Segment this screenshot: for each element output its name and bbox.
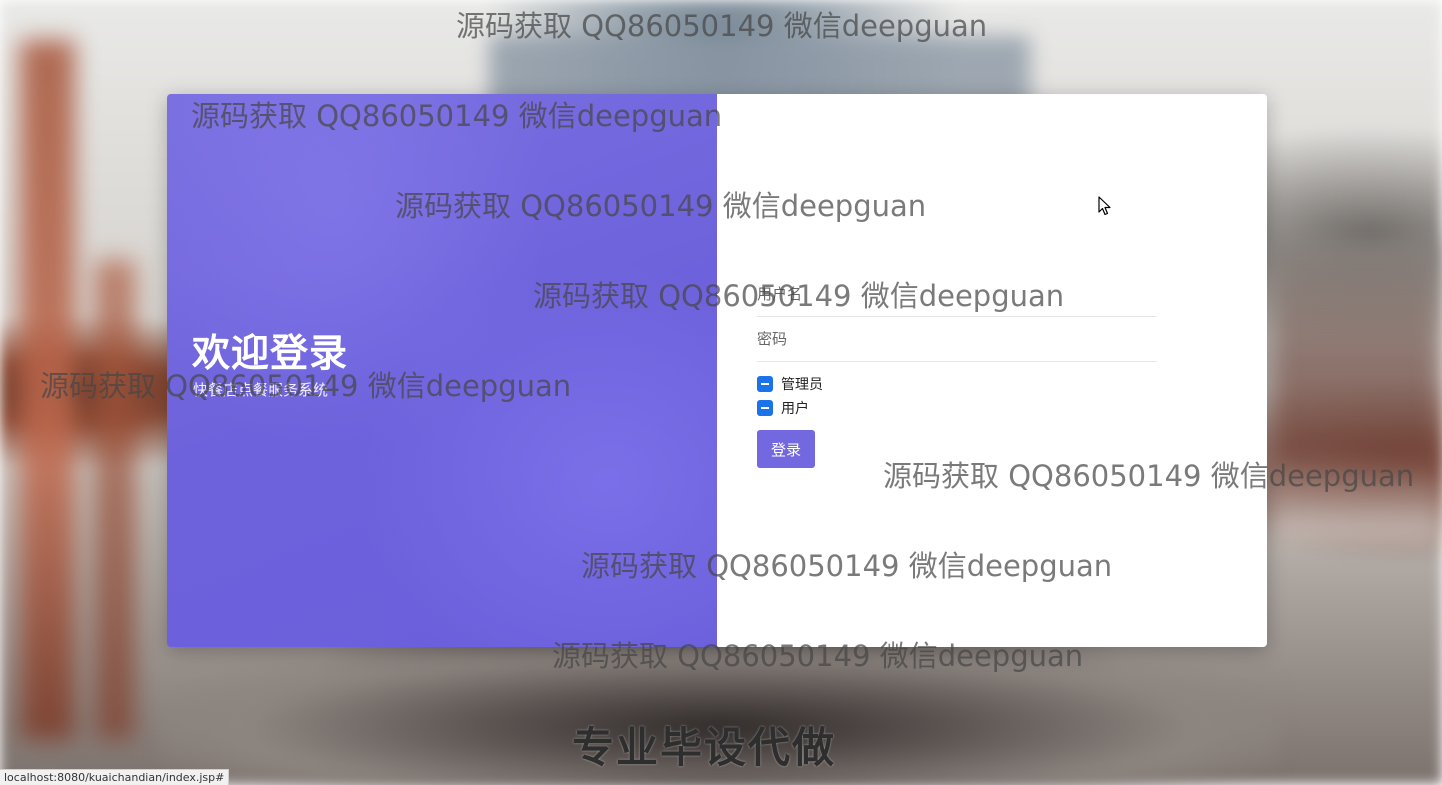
login-card: 欢迎登录 快餐店点餐服务系统 管理员 用户 登录 <box>167 94 1267 647</box>
user-label: 用户 <box>781 401 809 417</box>
status-bar-url: localhost:8080/kuaichandian/index.jsp# <box>0 769 230 785</box>
login-button[interactable]: 登录 <box>757 430 815 468</box>
welcome-panel: 欢迎登录 快餐店点餐服务系统 <box>167 94 717 647</box>
background-pillar-left-2 <box>95 260 135 740</box>
mouse-cursor-icon <box>1098 196 1111 216</box>
admin-label: 管理员 <box>781 377 823 393</box>
login-form-panel: 管理员 用户 登录 <box>717 94 1267 647</box>
background-pillar-left <box>20 40 75 740</box>
promo-caption: 专业毕设代做 <box>572 723 837 772</box>
role-option-user[interactable]: 用户 <box>757 398 809 418</box>
username-input[interactable] <box>757 272 1157 317</box>
system-name: 快餐店点餐服务系统 <box>193 381 329 399</box>
background-building-right <box>1270 240 1442 540</box>
user-checkbox[interactable] <box>757 400 773 416</box>
role-option-admin[interactable]: 管理员 <box>757 374 823 394</box>
admin-checkbox[interactable] <box>757 376 773 392</box>
welcome-title: 欢迎登录 <box>192 331 349 375</box>
password-input[interactable] <box>757 317 1157 362</box>
checkbox-indeterminate-icon <box>761 407 769 409</box>
checkbox-indeterminate-icon <box>761 383 769 385</box>
